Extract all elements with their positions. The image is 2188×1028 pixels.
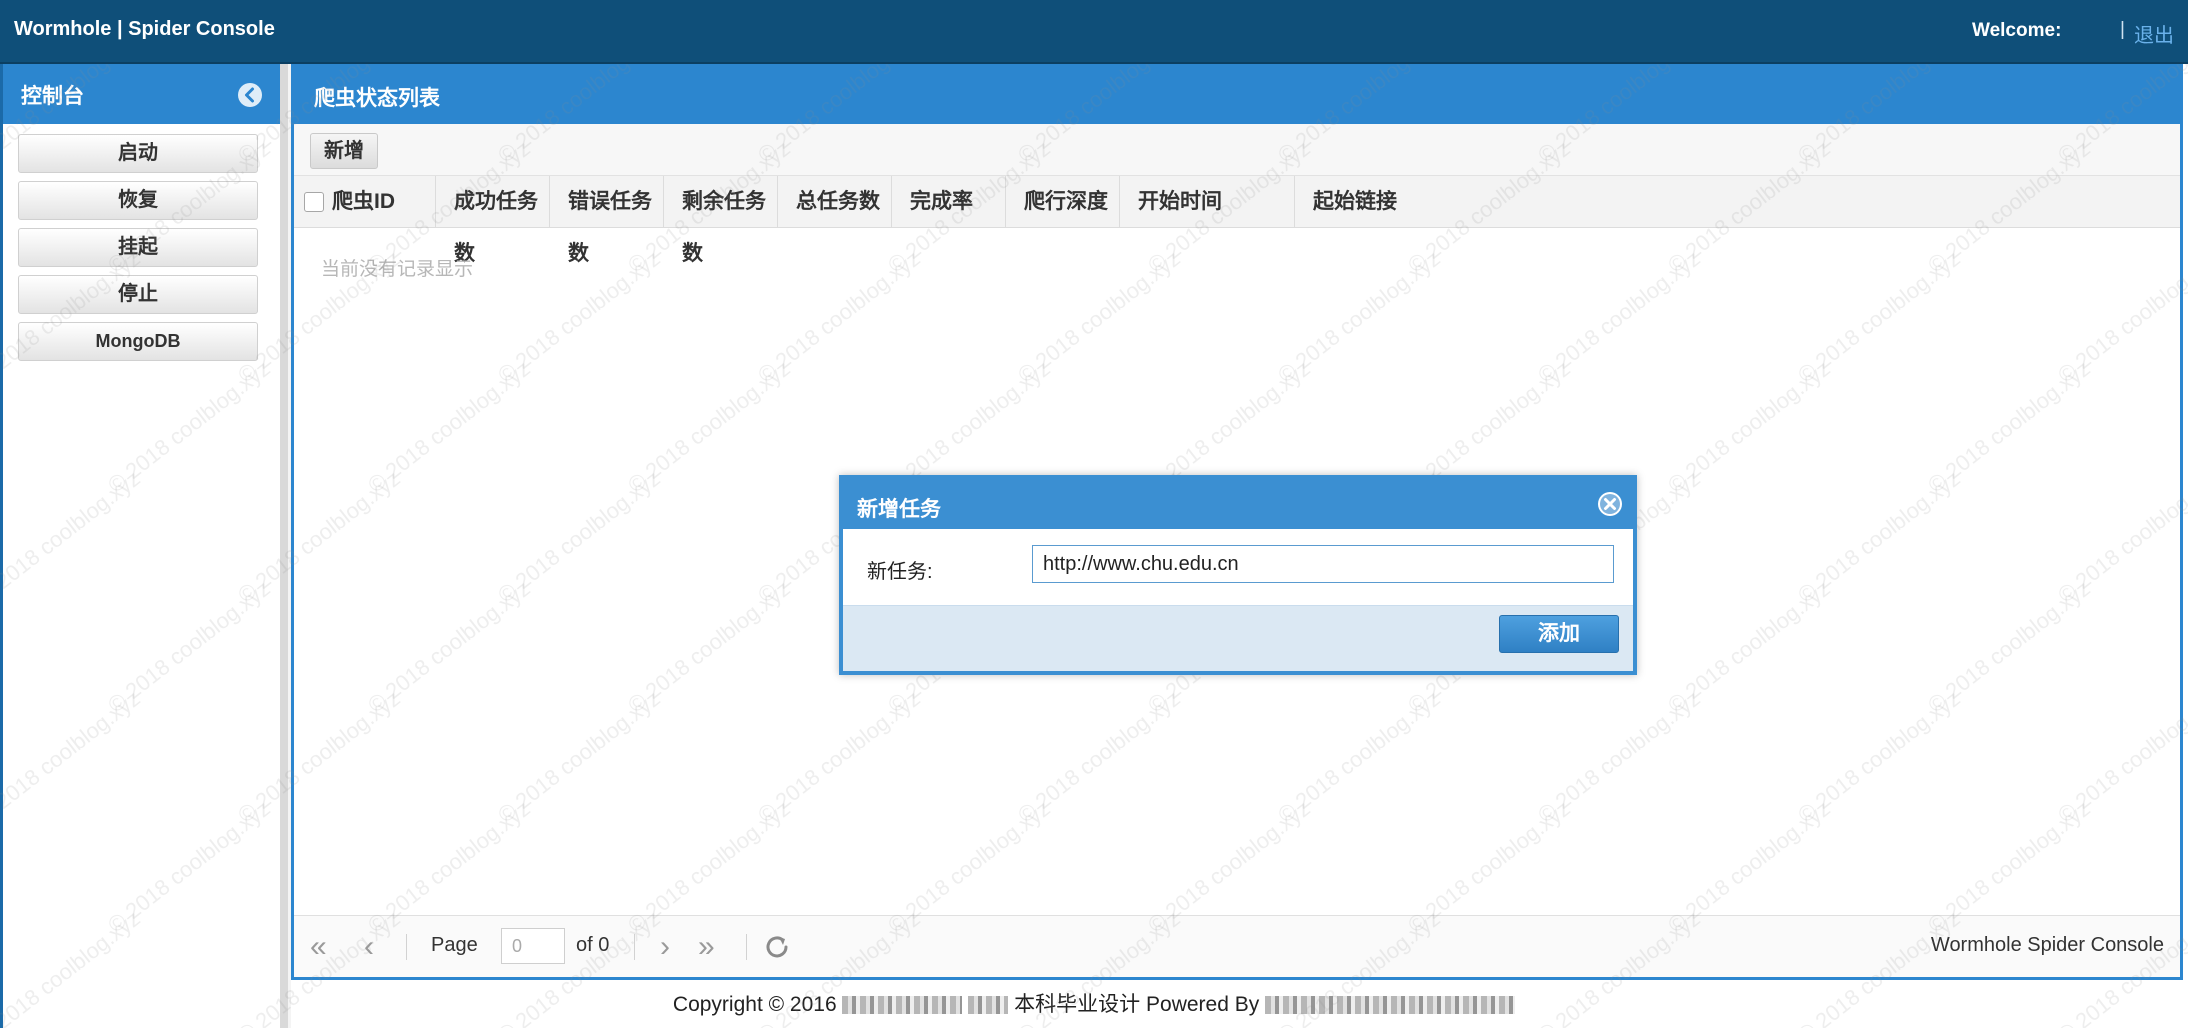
start-button[interactable]: 启动 (18, 134, 258, 173)
select-all-checkbox[interactable] (304, 192, 324, 212)
watermark-text: © 2018 coolblog.xyz (2183, 796, 2188, 938)
suspend-button[interactable]: 挂起 (18, 228, 258, 267)
layout-splitter[interactable] (280, 64, 291, 1028)
new-task-label: 新任务: (867, 561, 933, 583)
column-success-count[interactable]: 成功任务数 (436, 176, 550, 265)
column-total-count[interactable]: 总任务数 (778, 176, 892, 228)
empty-message: 当前没有记录显示 (321, 259, 474, 280)
sidebar: 控制台 启动 恢复 挂起 停止 MongoDB (0, 64, 280, 1028)
redacted-school (968, 996, 1009, 1015)
next-page-icon[interactable]: › (660, 932, 670, 962)
header-separator: | (2120, 19, 2125, 40)
column-error-count[interactable]: 错误任务数 (550, 176, 664, 265)
resume-button[interactable]: 恢复 (18, 181, 258, 220)
watermark-text: © 2018 coolblog.xyz (2183, 356, 2188, 498)
sidebar-header: 控制台 (3, 64, 280, 124)
new-task-dialog: 新增任务 新任务: 添加 (839, 475, 1637, 675)
column-start-time[interactable]: 开始时间 (1120, 176, 1295, 228)
column-start-link[interactable]: 起始链接 (1295, 176, 2180, 228)
last-page-icon[interactable]: » (698, 932, 715, 962)
column-spider-id[interactable]: 爬虫ID (332, 176, 436, 228)
mongodb-button[interactable]: MongoDB (18, 322, 258, 361)
first-page-icon[interactable]: « (310, 932, 327, 962)
dialog-title: 新增任务 (857, 498, 941, 521)
close-icon[interactable] (1597, 491, 1623, 517)
app-title: Wormhole | Spider Console (14, 18, 275, 40)
sidebar-title: 控制台 (21, 85, 84, 108)
logout-link[interactable]: 退出 (2134, 19, 2174, 48)
column-completion-rate[interactable]: 完成率 (892, 176, 1006, 228)
page-number-input[interactable]: 0 (501, 928, 565, 964)
panel-header: 爬虫状态列表 (294, 64, 2180, 124)
column-remaining-count[interactable]: 剩余任务数 (664, 176, 778, 265)
dialog-header: 新增任务 (843, 479, 1633, 529)
stop-button[interactable]: 停止 (18, 275, 258, 314)
submit-add-button[interactable]: 添加 (1499, 615, 1619, 653)
grid-header: 爬虫ID 成功任务数 错误任务数 剩余任务数 总任务数 完成率 爬行深度 开始时… (294, 176, 2180, 265)
panel-title: 爬虫状态列表 (314, 87, 440, 110)
top-header: Wormhole | Spider Console Welcome: | 退出 (0, 0, 2188, 64)
footer-powered-text: 本科毕业设计 Powered By (1014, 993, 1260, 1016)
pager-brand: Wormhole Spider Console (1930, 934, 2164, 956)
watermark-text: © 2018 coolblog.xyz (2183, 136, 2188, 278)
column-crawl-depth[interactable]: 爬行深度 (1006, 176, 1120, 228)
redacted-name (842, 996, 963, 1015)
collapse-sidebar-icon[interactable] (237, 82, 263, 108)
add-task-button[interactable]: 新增 (310, 133, 378, 169)
welcome-text: Welcome: (1972, 20, 2062, 41)
footer: Copyright © 2016 本科毕业设计 Powered By (0, 980, 2188, 1028)
copyright-text: Copyright © 2016 (672, 993, 837, 1016)
grid-toolbar: 新增 (294, 124, 2180, 176)
refresh-icon[interactable] (762, 932, 792, 962)
dialog-footer: 添加 (843, 605, 1633, 671)
page-label: Page (431, 934, 478, 956)
page-total: of 0 (576, 934, 610, 956)
watermark-text: © 2018 coolblog.xyz (2183, 576, 2188, 718)
pagination-bar: « ‹ Page 0 of 0 › » Wormhole Spider Cons… (294, 915, 2180, 977)
prev-page-icon[interactable]: ‹ (364, 932, 374, 962)
redacted-author (1265, 996, 1516, 1015)
new-task-url-input[interactable] (1032, 545, 1614, 583)
dialog-body: 新任务: (843, 529, 1633, 605)
